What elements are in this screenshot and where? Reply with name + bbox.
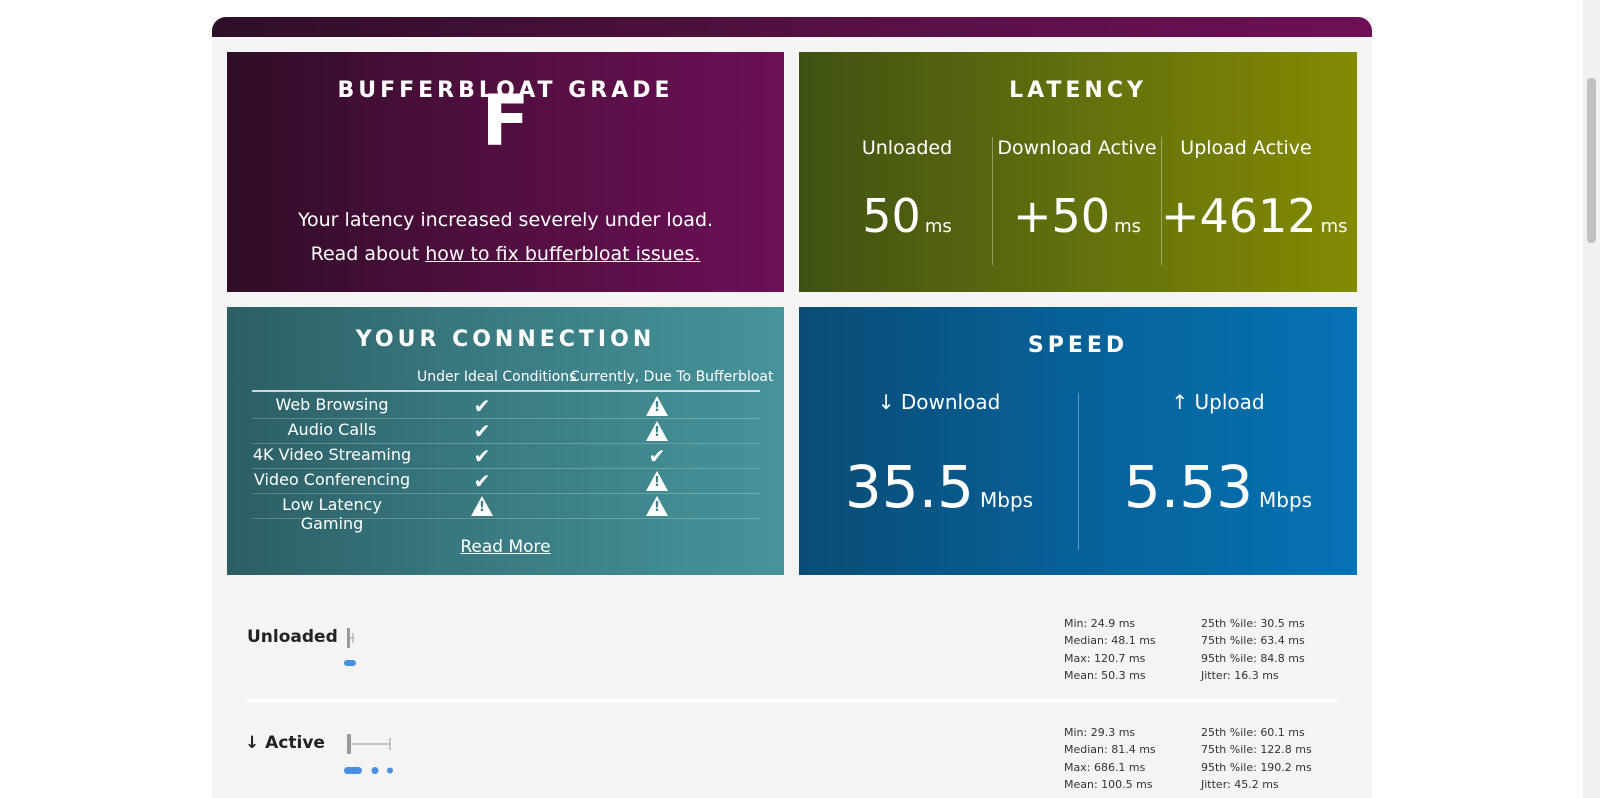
connection-row: Low Latency Gaming	[252, 493, 760, 533]
stat-jitter: Jitter: 16.3 ms	[1201, 668, 1279, 682]
latency-value: 50 ms	[862, 189, 952, 243]
latency-value: +50 ms	[1013, 189, 1141, 243]
warning-icon	[637, 494, 677, 519]
down-active-latency-plot	[344, 734, 393, 774]
plot-dot	[344, 660, 356, 666]
col-header-ideal: Under Ideal Conditions	[417, 369, 577, 385]
speed-upload: ↑ Upload 5.53 Mbps	[1083, 390, 1353, 516]
read-about-prefix: Read about	[310, 243, 426, 265]
grade-read-about: Read about how to fix bufferbloat issues…	[227, 243, 784, 265]
stat-p95: 95th %ile: 190.2 ms	[1201, 760, 1312, 774]
stat-max: Max: 120.7 ms	[1064, 651, 1146, 665]
read-more: Read More	[227, 537, 784, 557]
latency-unloaded: Unloaded 50 ms	[822, 132, 992, 262]
scrollbar-thumb[interactable]	[1587, 78, 1596, 243]
unloaded-stats-right: 25th %ile: 30.5 ms 75th %ile: 63.4 ms 95…	[1201, 615, 1305, 684]
plot-dot	[371, 767, 379, 774]
stat-p75: 75th %ile: 122.8 ms	[1201, 743, 1312, 757]
header-bar	[212, 17, 1372, 37]
warning-icon	[637, 394, 677, 419]
connection-card: YOUR CONNECTION Under Ideal Conditions C…	[227, 307, 784, 575]
warning-triangle	[646, 496, 668, 516]
warning-icon	[637, 419, 677, 444]
stat-p25: 25th %ile: 60.1 ms	[1201, 726, 1305, 739]
latency-card: LATENCY Unloaded 50 ms Download Active +5…	[799, 52, 1357, 292]
latency-upload-active: Upload Active +4612 ms	[1161, 132, 1348, 262]
check-icon: ✔	[473, 394, 491, 418]
latency-label: Unloaded	[861, 137, 953, 159]
down-active-stats-right: 25th %ile: 60.1 ms 75th %ile: 122.8 ms 9…	[1201, 724, 1312, 793]
speed-divider	[1078, 393, 1079, 550]
latency-label: Upload Active	[1180, 137, 1312, 159]
stats-divider	[247, 699, 1337, 703]
grade-message: Your latency increased severely under lo…	[297, 209, 714, 231]
speed-card: SPEED ↓ Download 35.5 Mbps ↑ Upload 5.53 M…	[799, 307, 1357, 575]
unloaded-label: Unloaded	[247, 627, 338, 647]
connection-row: Audio Calls ✔	[252, 418, 760, 444]
warning-triangle	[471, 496, 493, 516]
warning-icon	[462, 494, 502, 519]
latency-title: LATENCY	[1009, 78, 1147, 103]
connection-title: YOUR CONNECTION	[355, 327, 656, 352]
down-active-stats-left: Min: 29.3 ms Median: 81.4 ms Max: 686.1 …	[1064, 724, 1156, 793]
speed-download: ↓ Download 35.5 Mbps	[804, 390, 1074, 516]
read-more-link[interactable]: Read More	[460, 537, 550, 557]
unloaded-stats-left: Min: 24.9 ms Median: 48.1 ms Max: 120.7 …	[1064, 615, 1156, 684]
stat-median: Median: 48.1 ms	[1064, 634, 1156, 648]
stat-median: Median: 81.4 ms	[1064, 743, 1156, 757]
check-icon: ✔	[648, 444, 666, 468]
download-label: ↓ Download	[877, 390, 1001, 414]
warning-triangle	[646, 471, 668, 491]
stat-max: Max: 686.1 ms	[1064, 760, 1146, 774]
row-activity-name: 4K Video Streaming	[252, 445, 412, 464]
warning-icon	[637, 469, 677, 494]
stat-mean: Mean: 100.5 ms	[1064, 777, 1153, 791]
latency-label: Download Active	[997, 137, 1157, 159]
header-rule	[252, 390, 760, 392]
down-active-label: ↓ Active	[245, 733, 325, 753]
plot-dot	[387, 767, 393, 774]
row-activity-name: Video Conferencing	[253, 470, 411, 489]
connection-row: Video Conferencing ✔	[252, 468, 760, 494]
col-header-current: Currently, Due To Bufferbloat	[570, 369, 774, 385]
plot-box	[347, 734, 351, 754]
warning-triangle	[646, 421, 668, 441]
row-activity-name: Web Browsing	[275, 395, 389, 414]
bufferbloat-grade-card: BUFFERBLOAT GRADE F Your latency increas…	[227, 52, 784, 292]
download-value: 35.5 Mbps	[844, 453, 1034, 521]
stat-p95: 95th %ile: 84.8 ms	[1201, 651, 1305, 665]
stat-min: Min: 29.3 ms	[1064, 726, 1136, 739]
latency-download-active: Download Active +50 ms	[992, 132, 1162, 262]
latency-value: +4612 ms	[1161, 189, 1348, 243]
scrollbar-track[interactable]	[1583, 0, 1600, 798]
row-activity-name: Low Latency Gaming	[282, 495, 382, 533]
plot-box	[347, 628, 350, 648]
connection-row: 4K Video Streaming ✔ ✔	[252, 443, 760, 469]
stat-p75: 75th %ile: 63.4 ms	[1201, 634, 1305, 648]
fix-bufferbloat-link[interactable]: how to fix bufferbloat issues.	[425, 243, 700, 265]
unloaded-latency-plot	[344, 628, 356, 666]
stat-jitter: Jitter: 45.2 ms	[1201, 777, 1279, 791]
upload-value: 5.53 Mbps	[1123, 453, 1313, 521]
connection-row: Web Browsing ✔	[252, 393, 760, 419]
plot-dot	[344, 767, 362, 774]
warning-triangle	[646, 396, 668, 416]
stat-mean: Mean: 50.3 ms	[1064, 668, 1146, 682]
check-icon: ✔	[473, 444, 491, 468]
check-icon: ✔	[473, 469, 491, 493]
stat-p25: 25th %ile: 30.5 ms	[1201, 617, 1305, 630]
check-icon: ✔	[473, 419, 491, 443]
row-activity-name: Audio Calls	[287, 420, 377, 439]
stat-min: Min: 24.9 ms	[1064, 617, 1136, 630]
speed-title: SPEED	[1027, 333, 1129, 358]
upload-label: ↑ Upload	[1171, 390, 1265, 414]
